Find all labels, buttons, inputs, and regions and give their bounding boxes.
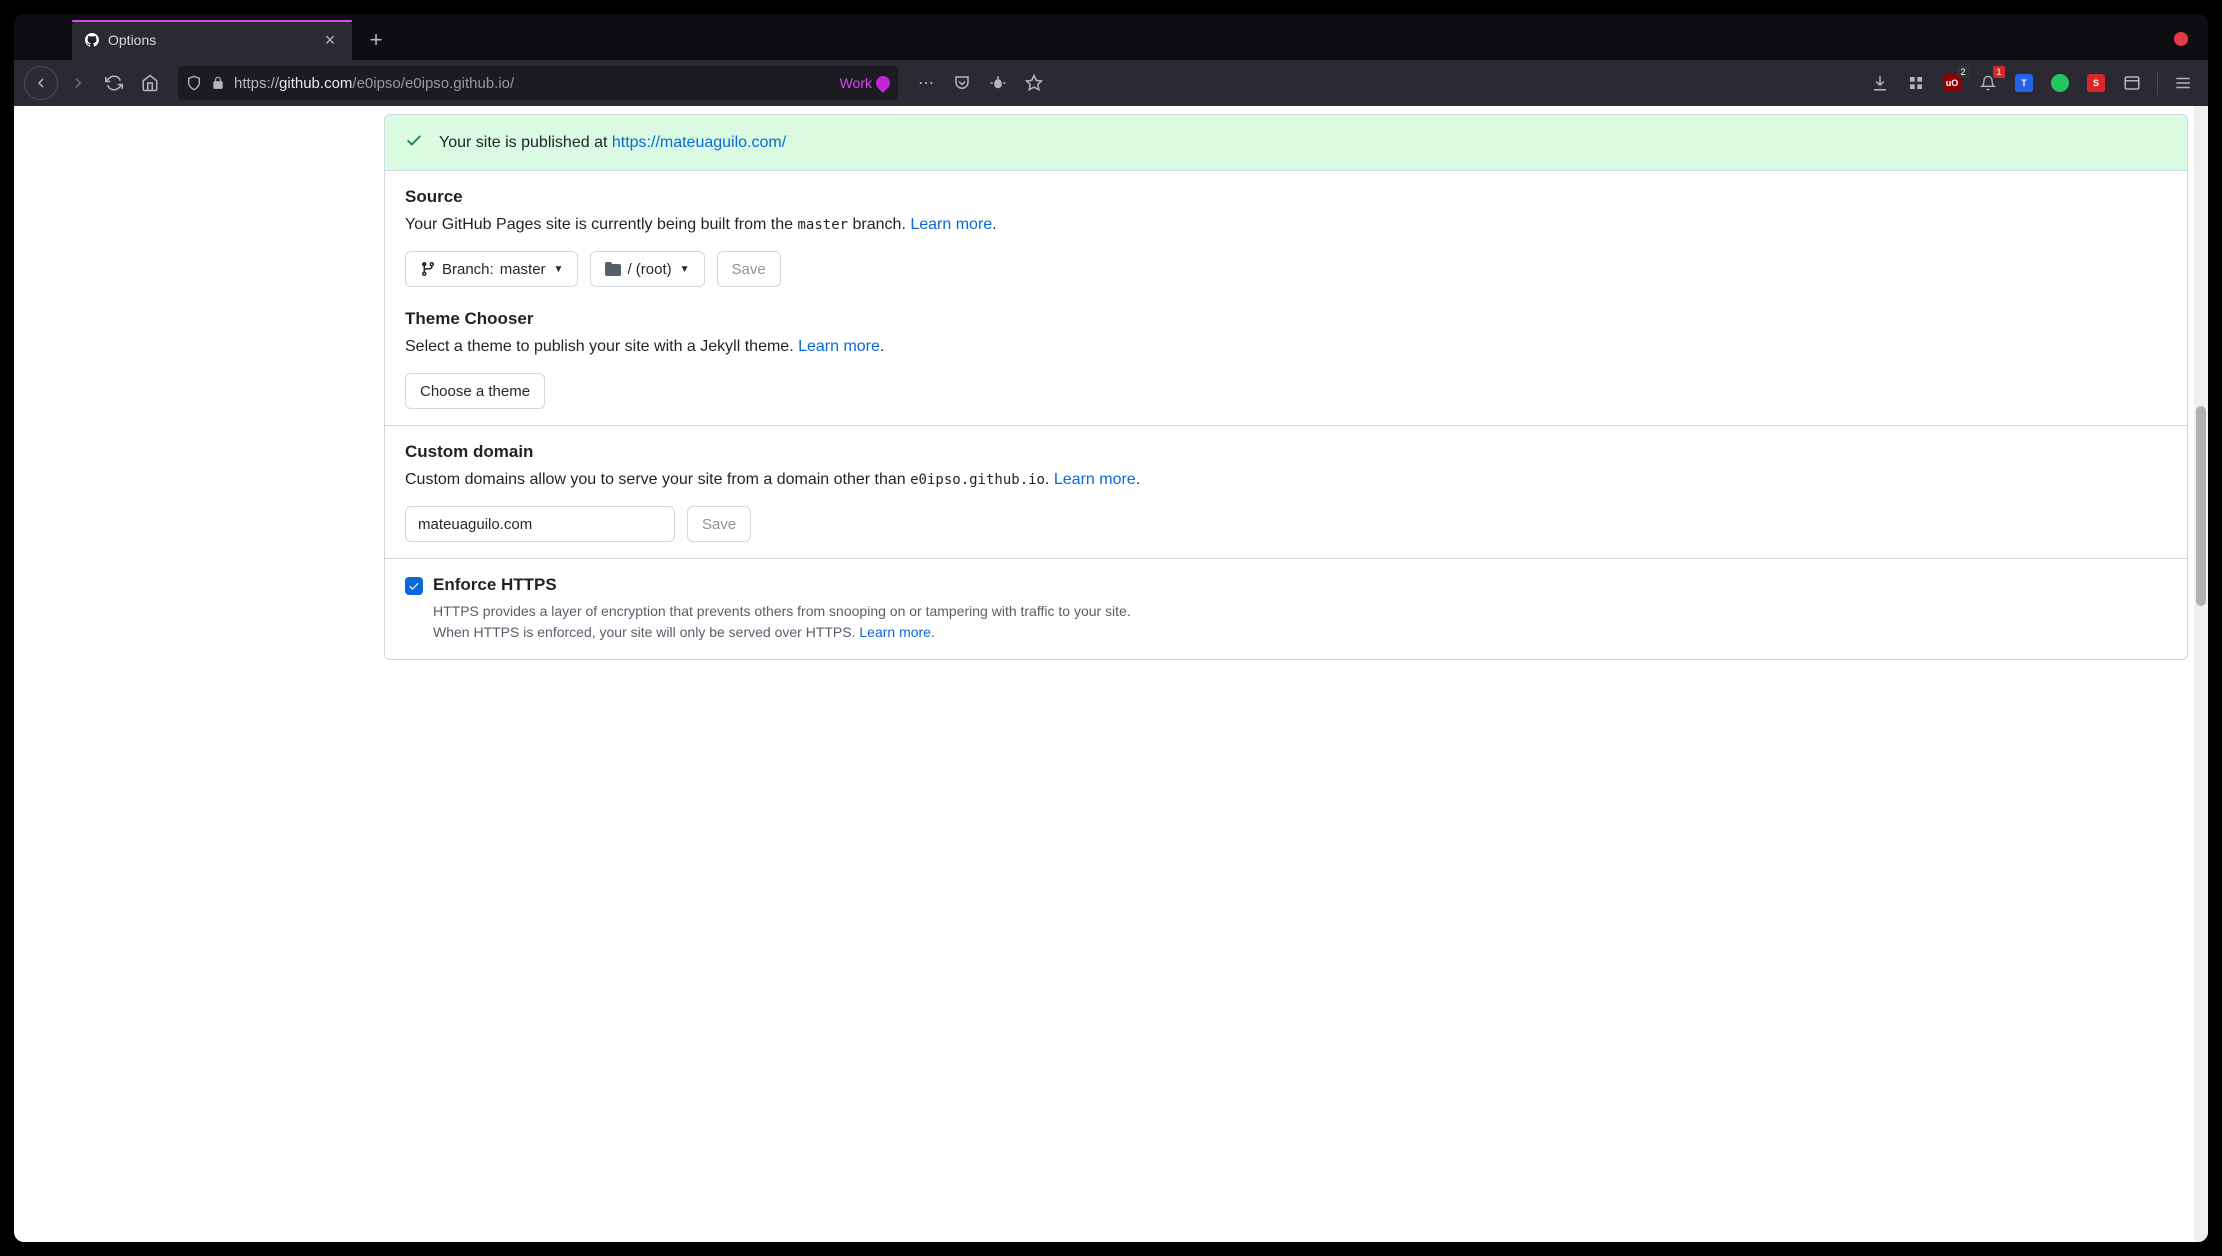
scrollbar-thumb[interactable]: [2196, 406, 2206, 606]
browser-tab[interactable]: Options ×: [72, 20, 352, 60]
bookmark-star-icon[interactable]: [1018, 67, 1050, 99]
https-help-text: HTTPS provides a layer of encryption tha…: [433, 601, 2167, 643]
url-bar[interactable]: https://github.com/e0ipso/e0ipso.github.…: [178, 66, 898, 100]
page-actions-icon[interactable]: ⋯: [910, 67, 942, 99]
ublock-icon[interactable]: uO 2: [1937, 68, 1967, 98]
custom-domain-heading: Custom domain: [405, 442, 2167, 462]
recording-indicator: [2174, 32, 2188, 46]
theme-heading: Theme Chooser: [405, 309, 2167, 329]
tab-accent: [72, 20, 352, 22]
notifications-icon[interactable]: 1: [1973, 68, 2003, 98]
container-icon: [873, 73, 893, 93]
domain-save-button[interactable]: Save: [687, 506, 751, 542]
flash-text: Your site is published at https://mateua…: [439, 134, 786, 152]
app-menu-icon[interactable]: [2168, 68, 2198, 98]
chevron-down-icon: ▼: [554, 264, 564, 275]
published-url-link[interactable]: https://mateuaguilo.com/: [612, 134, 786, 151]
custom-domain-input[interactable]: [405, 506, 675, 542]
source-section: Source Your GitHub Pages site is current…: [385, 171, 2187, 425]
page-content: Your site is published at https://mateua…: [14, 106, 2208, 1242]
source-heading: Source: [405, 187, 2167, 207]
reload-button[interactable]: [98, 67, 130, 99]
enforce-https-section: Enforce HTTPS HTTPS provides a layer of …: [385, 558, 2187, 659]
https-learn-more-link[interactable]: Learn more: [859, 624, 931, 640]
source-save-button[interactable]: Save: [717, 251, 781, 287]
theme-learn-more-link[interactable]: Learn more: [798, 338, 880, 355]
lock-icon[interactable]: [210, 75, 226, 91]
check-icon: [405, 131, 423, 154]
tracking-shield-icon[interactable]: [186, 75, 202, 91]
browser-toolbar: https://github.com/e0ipso/e0ipso.github.…: [14, 60, 2208, 106]
custom-domain-description: Custom domains allow you to serve your s…: [405, 468, 2167, 492]
github-favicon: [84, 32, 100, 48]
ext-green-icon[interactable]: [2045, 68, 2075, 98]
theme-description: Select a theme to publish your site with…: [405, 335, 2167, 359]
git-branch-icon: [420, 261, 436, 277]
tab-title: Options: [108, 32, 312, 48]
back-button[interactable]: [24, 66, 58, 100]
bug-icon[interactable]: [982, 67, 1014, 99]
theme-chooser-section: Theme Chooser Select a theme to publish …: [405, 309, 2167, 409]
home-button[interactable]: [134, 67, 166, 99]
branch-select-button[interactable]: Branch: master ▼: [405, 251, 578, 287]
checkmark-icon: [408, 580, 420, 592]
folder-icon: [605, 261, 621, 277]
custom-domain-section: Custom domain Custom domains allow you t…: [385, 425, 2187, 558]
library-icon[interactable]: [2117, 68, 2147, 98]
publish-success-flash: Your site is published at https://mateua…: [385, 115, 2187, 171]
enforce-https-label: Enforce HTTPS: [433, 575, 557, 595]
toolbar-divider: [2157, 71, 2158, 95]
container-indicator: Work: [840, 75, 890, 91]
scrollbar[interactable]: [2194, 106, 2208, 1242]
forward-button[interactable]: [62, 67, 94, 99]
source-description: Your GitHub Pages site is currently bein…: [405, 213, 2167, 237]
browser-window: Options × + https://github.com/e0ip: [14, 14, 2208, 1242]
source-learn-more-link[interactable]: Learn more: [910, 216, 992, 233]
enforce-https-checkbox[interactable]: [405, 577, 423, 595]
downloads-icon[interactable]: [1865, 68, 1895, 98]
new-tab-button[interactable]: +: [362, 26, 390, 54]
tab-strip: Options × +: [14, 14, 2208, 60]
choose-theme-button[interactable]: Choose a theme: [405, 373, 545, 409]
github-pages-settings: Your site is published at https://mateua…: [384, 114, 2188, 660]
close-tab-icon[interactable]: ×: [320, 30, 340, 51]
domain-learn-more-link[interactable]: Learn more: [1054, 471, 1136, 488]
ext-red-icon[interactable]: S: [2081, 68, 2111, 98]
ext-blue-icon[interactable]: T: [2009, 68, 2039, 98]
url-text: https://github.com/e0ipso/e0ipso.github.…: [234, 75, 832, 92]
chevron-down-icon: ▼: [680, 264, 690, 275]
extension-grid-icon[interactable]: [1901, 68, 1931, 98]
pocket-icon[interactable]: [946, 67, 978, 99]
folder-select-button[interactable]: / (root) ▼: [590, 251, 704, 287]
